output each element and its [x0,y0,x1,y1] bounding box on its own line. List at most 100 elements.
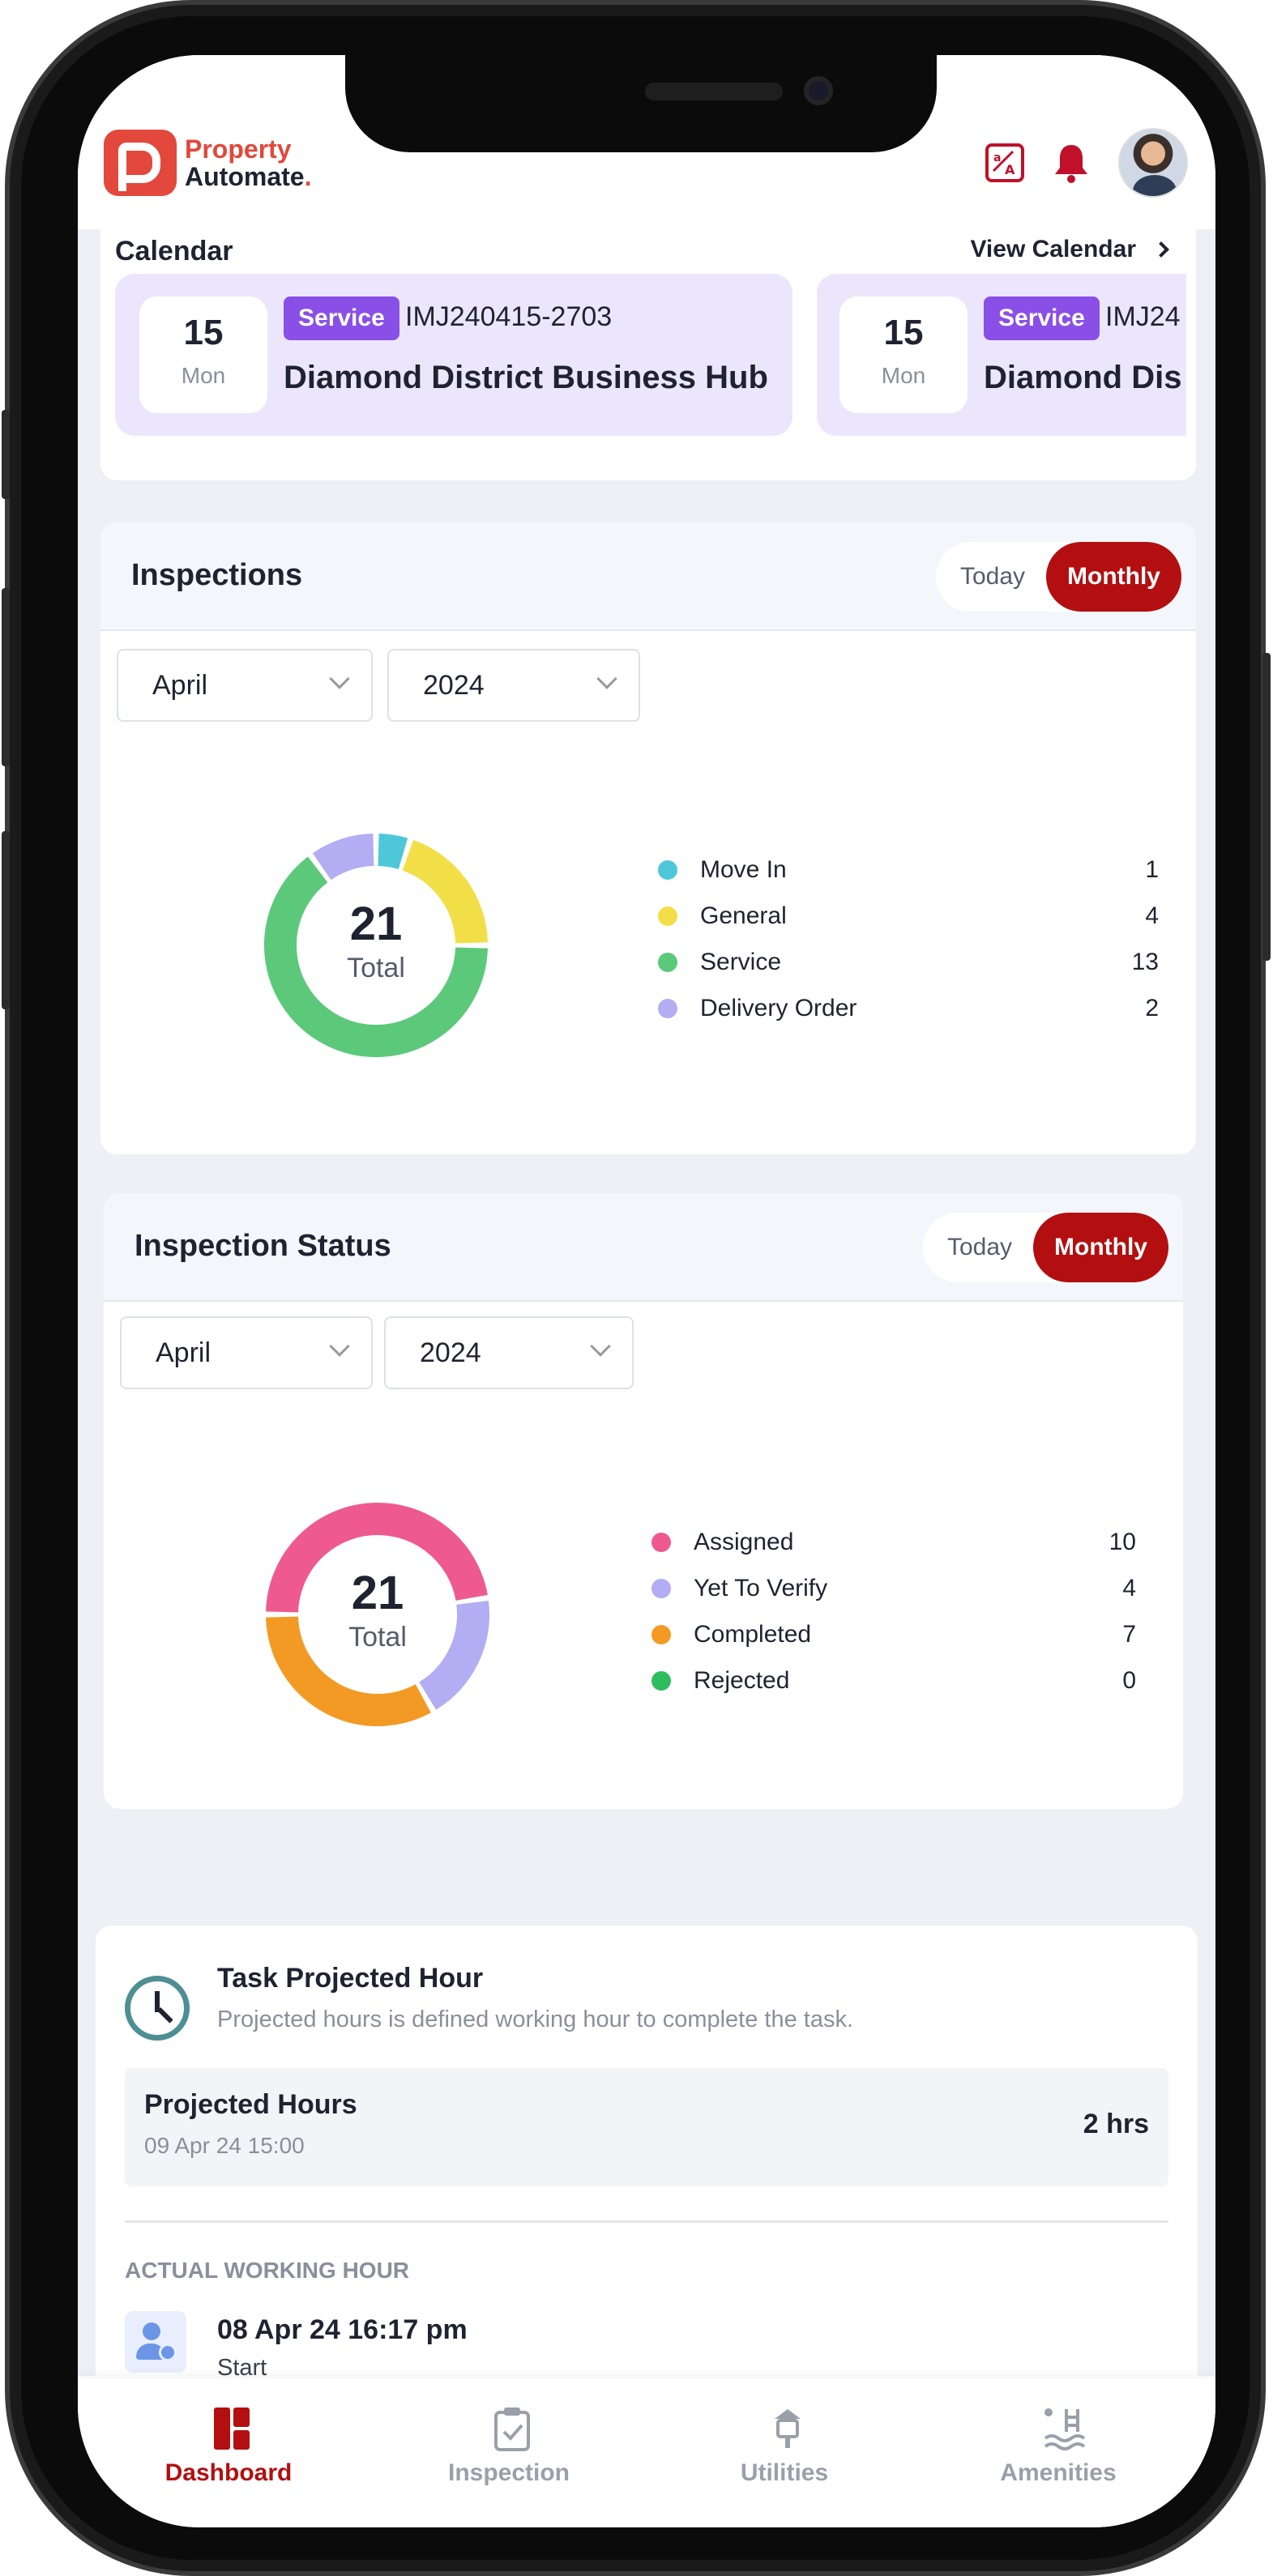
projected-hours-value: 2 hrs [1083,2109,1149,2139]
inspection-status-total-label: Total [348,1622,407,1653]
event-day: 15 [183,313,224,352]
nav-amenities-label: Amenities [1000,2459,1117,2486]
year-select[interactable]: 2024 [387,649,640,722]
legend-item: Assigned [651,1529,793,1556]
toggle-today[interactable]: Today [923,1234,1033,1261]
lamp-icon [768,2406,807,2451]
dashboard-icon [212,2406,251,2451]
logo-dot: . [304,162,312,191]
view-calendar-link[interactable]: View Calendar [970,236,1169,263]
task-title: Task Projected Hour [217,1963,484,1994]
nav-utilities-label: Utilities [740,2459,829,2486]
legend-swatch [651,1579,671,1598]
projected-hours-label: Projected Hours [144,2089,357,2120]
phone-notch [345,55,937,152]
projected-hours-date: 09 Apr 24 15:00 [144,2133,305,2158]
notch-camera [804,76,833,105]
translate-icon[interactable]: a A [985,143,1024,182]
app-screen: Property Automate. a A Calendar View Cal… [78,55,1215,2527]
legend-item: Service [658,949,781,976]
chevron-down-icon [329,668,350,689]
event-property-name: Diamond Dis [984,360,1182,395]
phone-volume-up [2,588,10,766]
header-actions: a A [985,128,1188,198]
inspections-title: Inspections [131,558,303,592]
inspections-period-toggle: Today Monthly [935,542,1181,612]
logo-text: Property Automate. [185,136,311,190]
legend-swatch [658,999,677,1018]
phone-volume-down [2,831,10,1009]
legend-item: Yet To Verify [651,1575,827,1602]
clipboard-check-icon [493,2406,532,2451]
legend-item: Move In [658,856,787,884]
calendar-title: Calendar [115,236,233,267]
legend-value: 0 [1122,1667,1136,1694]
chevron-down-icon [590,1336,611,1357]
inspection-status-total-value: 21 [351,1567,404,1619]
projected-hours-row: Projected Hours 09 Apr 24 15:00 2 hrs [125,2068,1168,2186]
dashboard-content: Calendar View Calendar 15 Mon Service IM… [78,213,1215,2434]
month-select[interactable]: April [117,649,373,722]
event-date: 15 Mon [139,296,267,413]
avatar[interactable] [1118,128,1188,198]
legend-value: 13 [1131,949,1159,975]
nav-dashboard-label: Dashboard [164,2459,293,2486]
legend-swatch [658,906,677,926]
event-date: 15 Mon [839,296,968,413]
logo-line-2: Automate. [185,164,311,190]
phone-power-button [1262,653,1271,961]
phone-mute-button [2,410,10,499]
legend-swatch [658,953,677,972]
logo-line-2-text: Automate [185,162,305,191]
actual-working-hour-heading: ACTUAL WORKING HOUR [125,2258,410,2283]
legend-swatch [651,1671,671,1691]
toggle-today[interactable]: Today [936,563,1046,591]
inspection-status-header: Inspection Status Today Monthly [104,1193,1183,1302]
calendar-event[interactable]: 15 Mon Service IMJ24 Diamond Dis [817,274,1186,436]
inspections-total: 21 Total [295,897,457,984]
legend-value: 4 [1122,1575,1136,1601]
legend-item: Rejected [651,1667,789,1695]
chevron-right-icon [1153,241,1169,258]
legend-item: Delivery Order [658,995,856,1022]
clock-icon [125,1976,190,2041]
nav-inspection-label: Inspection [447,2459,570,2486]
legend-label: Rejected [694,1667,790,1694]
month-select-value: April [152,670,208,701]
event-code: IMJ240415-2703 [405,301,613,332]
view-calendar-label: View Calendar [970,236,1136,262]
svg-text:A: A [1005,162,1015,177]
inspections-total-value: 21 [349,898,403,950]
status-period-toggle: Today Monthly [922,1213,1168,1282]
legend-item: General [658,902,787,930]
event-type-badge: Service [984,296,1100,340]
inspections-header: Inspections Today Monthly [100,522,1196,631]
year-select[interactable]: 2024 [384,1316,634,1389]
divider [125,2220,1168,2223]
entry-time: 08 Apr 24 16:17 pm [217,2314,468,2345]
legend-value: 4 [1145,902,1159,929]
inspection-status-card: Inspection Status Today Monthly April 20… [104,1193,1183,1809]
legend-label: Assigned [694,1529,794,1555]
donut-slice-delivery-order [312,834,375,881]
month-select[interactable]: April [120,1316,373,1389]
app-logo[interactable]: Property Automate. [104,130,311,196]
event-property-name: Diamond District Business Hub [284,360,768,395]
inspections-card: Inspections Today Monthly April 2024 21 … [100,522,1196,1154]
logo-line-1: Property [185,134,292,164]
logo-mark-icon [104,130,177,196]
task-subtitle: Projected hours is defined working hour … [217,2007,854,2032]
phone-frame: Property Automate. a A Calendar View Cal… [2,0,1271,2576]
calendar-event[interactable]: 15 Mon Service IMJ240415-2703 Diamond Di… [115,274,792,436]
event-weekday: Mon [181,363,226,388]
event-day: 15 [883,313,924,352]
toggle-monthly[interactable]: Monthly [1033,1213,1168,1282]
bell-icon[interactable] [1052,142,1091,184]
pool-icon [1042,2406,1086,2451]
legend-label: Move In [700,856,787,883]
event-type-badge: Service [284,296,399,340]
year-select-value: 2024 [423,670,485,701]
svg-text:a: a [993,151,1001,164]
toggle-monthly[interactable]: Monthly [1046,542,1181,612]
inspection-status-title: Inspection Status [135,1229,391,1263]
